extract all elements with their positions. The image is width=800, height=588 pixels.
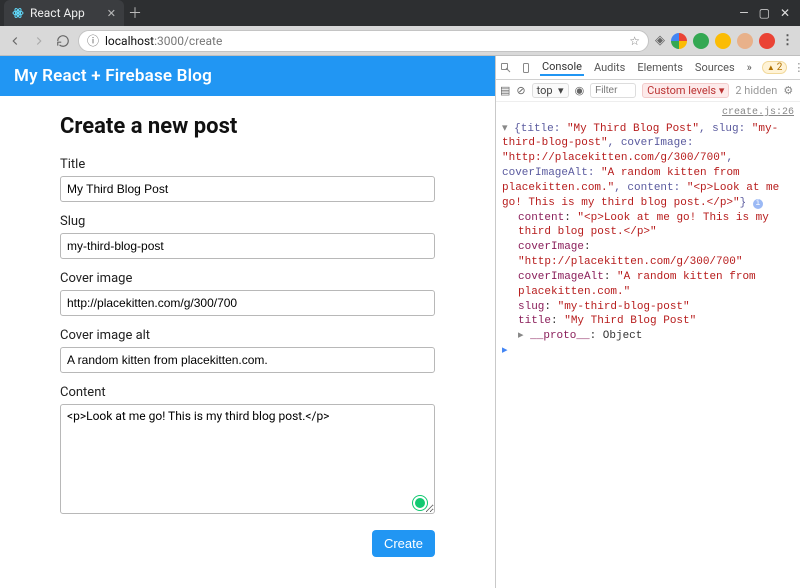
create-button[interactable]: Create	[372, 530, 435, 557]
brand-title: My React + Firebase Blog	[14, 66, 212, 86]
url-path: /create	[184, 34, 222, 48]
console-log-summary: ▾ {title: "My Third Blog Post", slug: "m…	[502, 122, 794, 211]
devtools-tab-console[interactable]: Console	[540, 60, 584, 76]
hidden-count: 2 hidden	[735, 84, 777, 97]
input-content[interactable]	[60, 404, 435, 514]
address-bar[interactable]: ⓘ localhost:3000/create ☆	[78, 30, 649, 52]
info-badge-icon: i	[753, 199, 763, 209]
warning-badge[interactable]: 2	[762, 61, 788, 74]
devtools-tabs: Console Audits Elements Sources » 2 ⋮ ✕	[496, 56, 800, 80]
console-filter-input[interactable]	[590, 83, 636, 98]
field-slug: Slug	[60, 214, 435, 259]
reload-icon[interactable]	[54, 32, 72, 50]
label-cover-image-alt: Cover image alt	[60, 328, 435, 343]
maximize-icon[interactable]: ▢	[759, 6, 770, 20]
page: My React + Firebase Blog Create a new po…	[0, 56, 495, 588]
field-cover-image: Cover image	[60, 271, 435, 316]
input-cover-image[interactable]	[60, 290, 435, 316]
extension-icon[interactable]	[693, 33, 709, 49]
inspect-element-icon[interactable]	[500, 62, 512, 74]
extensions: ◈ ⋮	[655, 33, 794, 49]
clear-console-icon[interactable]: ⊘	[516, 84, 525, 97]
url-host: localhost	[105, 34, 154, 48]
prompt-icon[interactable]: ▸	[502, 345, 508, 357]
app-header: My React + Firebase Blog	[0, 56, 495, 96]
source-link[interactable]: create.js:26	[502, 106, 794, 120]
browser-menu-icon[interactable]: ⋮	[781, 33, 794, 48]
field-content: Content	[60, 385, 435, 518]
browser-chrome: React App ✕ ＋ — ▢ ✕ ⓘ localhost:3000/cre…	[0, 0, 800, 56]
device-toolbar-icon[interactable]	[520, 62, 532, 74]
back-icon[interactable]	[6, 32, 24, 50]
url-port: :3000	[154, 34, 184, 48]
console-log-expanded: content: "<p>Look at me go! This is my t…	[502, 211, 794, 345]
label-title: Title	[60, 157, 435, 172]
window-controls: — ▢ ✕	[739, 6, 796, 20]
devtools-tab-elements[interactable]: Elements	[635, 61, 685, 74]
browser-tab[interactable]: React App ✕	[4, 0, 124, 26]
tab-title: React App	[30, 6, 85, 20]
console-settings-icon[interactable]: ⚙	[783, 84, 793, 97]
field-title: Title	[60, 157, 435, 202]
profile-avatar-icon[interactable]	[737, 33, 753, 49]
site-info-icon[interactable]: ⓘ	[87, 32, 99, 49]
devtools-tab-sources[interactable]: Sources	[693, 61, 737, 74]
label-slug: Slug	[60, 214, 435, 229]
input-cover-image-alt[interactable]	[60, 347, 435, 373]
field-cover-image-alt: Cover image alt	[60, 328, 435, 373]
devtools-tabs-overflow-icon[interactable]: »	[745, 61, 754, 74]
tab-close-icon[interactable]: ✕	[107, 7, 116, 20]
input-title[interactable]	[60, 176, 435, 202]
context-selector[interactable]: top ▾	[532, 83, 569, 98]
disclosure-triangle-icon[interactable]: ▾	[502, 123, 508, 135]
input-slug[interactable]	[60, 233, 435, 259]
console-toolbar: ▤ ⊘ top ▾ ◉ Custom levels ▾ 2 hidden ⚙	[496, 80, 800, 102]
bookmark-icon[interactable]: ☆	[629, 34, 640, 48]
extension-icon[interactable]	[671, 33, 687, 49]
forward-icon[interactable]	[30, 32, 48, 50]
devtools-panel: Console Audits Elements Sources » 2 ⋮ ✕ …	[495, 56, 800, 588]
titlebar: React App ✕ ＋ — ▢ ✕	[0, 0, 800, 26]
close-window-icon[interactable]: ✕	[780, 6, 790, 20]
label-cover-image: Cover image	[60, 271, 435, 286]
live-expressions-icon[interactable]: ◉	[575, 84, 585, 97]
devtools-menu-icon[interactable]: ⋮	[793, 61, 800, 74]
console-sidebar-icon[interactable]: ▤	[500, 84, 510, 97]
extension-icon[interactable]	[759, 33, 775, 49]
form-actions: Create	[60, 530, 435, 557]
minimize-icon[interactable]: —	[739, 6, 748, 20]
grammarly-icon[interactable]	[413, 496, 427, 510]
new-tab-button[interactable]: ＋	[124, 2, 146, 24]
viewport: My React + Firebase Blog Create a new po…	[0, 56, 800, 588]
proto-label: __proto__	[530, 330, 589, 342]
console-output[interactable]: create.js:26 ▾ {title: "My Third Blog Po…	[496, 102, 800, 363]
log-levels-selector[interactable]: Custom levels ▾	[642, 83, 729, 98]
extension-icon[interactable]: ◈	[655, 33, 665, 48]
react-favicon-icon	[12, 7, 24, 19]
disclosure-triangle-icon[interactable]: ▸	[518, 330, 524, 342]
label-content: Content	[60, 385, 435, 400]
devtools-tab-audits[interactable]: Audits	[592, 61, 627, 74]
extension-icon[interactable]	[715, 33, 731, 49]
form-title: Create a new post	[60, 114, 435, 139]
page-body: Create a new post Title Slug Cover image…	[0, 96, 495, 571]
navbar: ⓘ localhost:3000/create ☆ ◈ ⋮	[0, 26, 800, 56]
